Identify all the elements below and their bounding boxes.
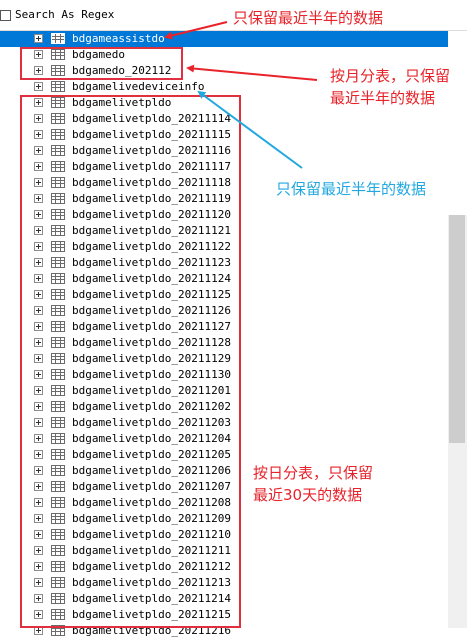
annotation-daily-split-1: 按日分表，只保留 [253,464,374,482]
annotation-daily-split-2: 最近30天的数据 [253,486,363,504]
annotation-keep-half-year: 只保留最近半年的数据 [233,9,384,27]
expand-plus-icon[interactable] [34,82,43,91]
table-row[interactable]: bdgameassistdo [0,31,448,47]
annotation-monthly-split-1: 按月分表，只保留 [330,67,451,85]
vertical-scrollbar-thumb[interactable] [449,215,465,443]
search-as-regex-label: Search As Regex [15,8,115,21]
annotation-keep-half-year-blue: 只保留最近半年的数据 [276,180,427,198]
annotation-box-daily [20,95,241,628]
search-as-regex-checkbox[interactable] [0,10,11,21]
expand-plus-icon[interactable] [34,34,43,43]
table-name: bdgameassistdo [72,32,165,45]
table-icon [51,33,65,44]
annotation-box-monthly [20,47,183,80]
table-name: bdgamelivedeviceinfo [72,80,205,93]
table-icon [51,81,65,92]
annotation-monthly-split-2: 最近半年的数据 [330,89,436,107]
